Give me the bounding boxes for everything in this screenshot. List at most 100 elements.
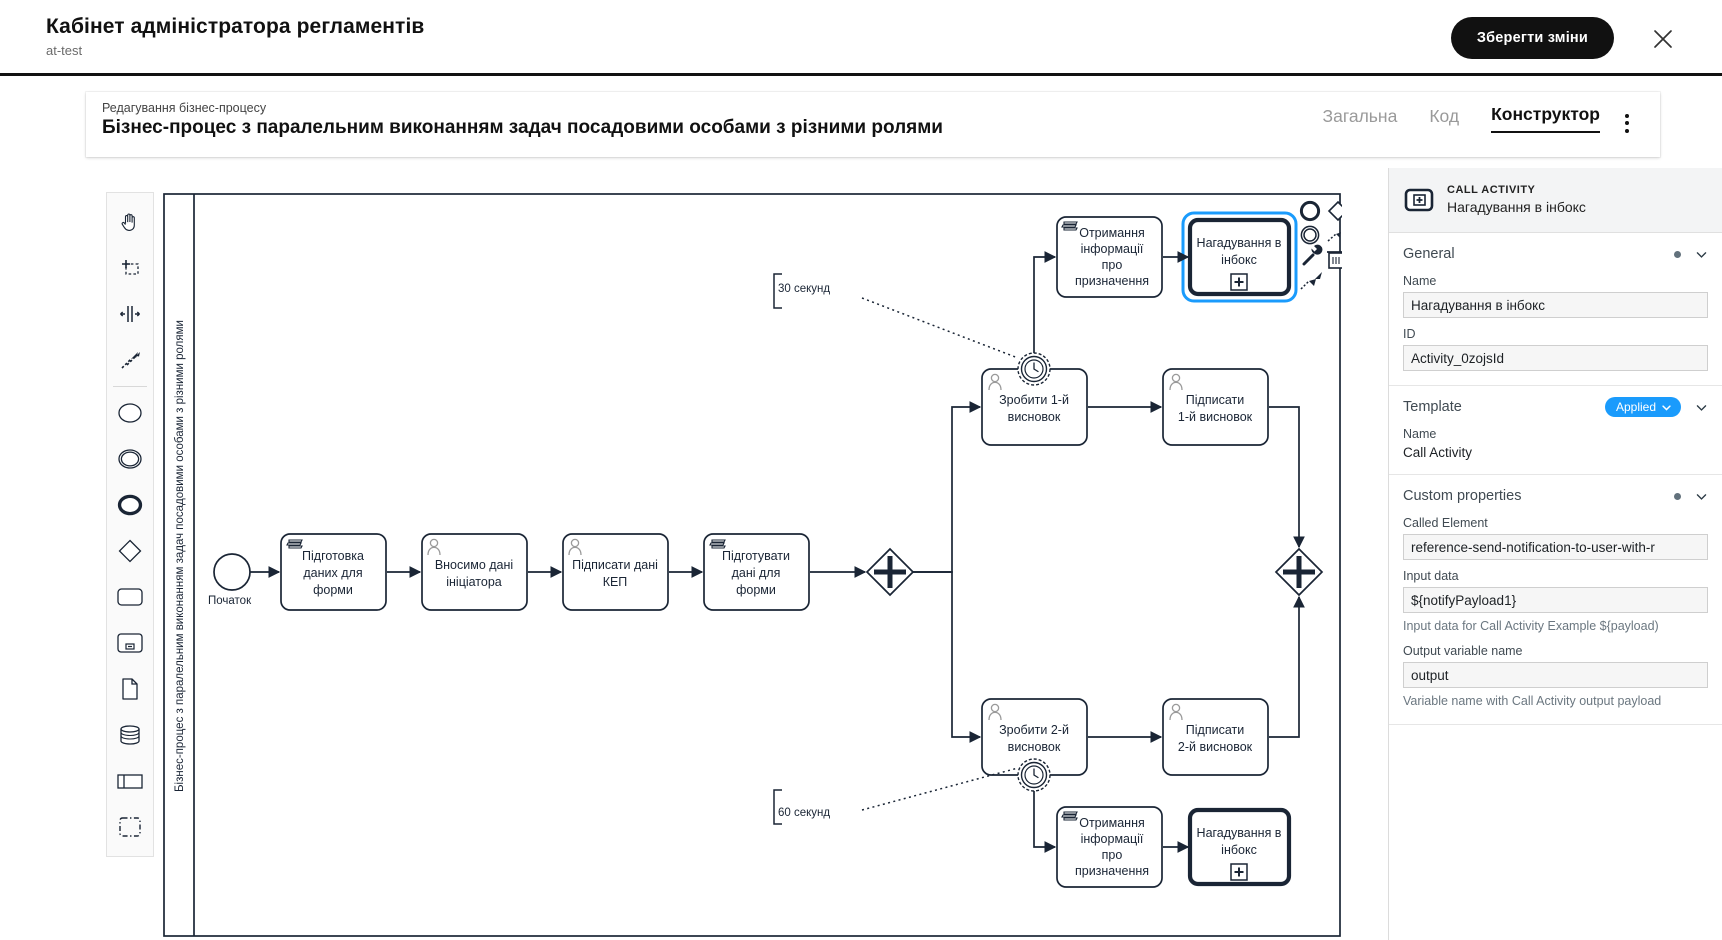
svg-text:висновок: висновок <box>1008 740 1061 754</box>
delete-icon <box>1327 251 1342 269</box>
group-general-header[interactable]: General <box>1403 243 1708 265</box>
task-t12: Нагадування в інбокс <box>1187 807 1292 887</box>
svg-text:інформації: інформації <box>1081 242 1144 256</box>
app-subtitle: at-test <box>46 43 83 58</box>
group-custom-properties: Custom properties Called Element referen… <box>1389 475 1722 726</box>
participant-icon[interactable] <box>108 758 152 804</box>
input-data-input[interactable]: ${notifyPayload1} <box>1403 587 1708 613</box>
output-variable-input[interactable]: output <box>1403 662 1708 689</box>
svg-text:Нагадування в: Нагадування в <box>1197 826 1282 840</box>
svg-text:інбокс: інбокс <box>1221 843 1257 857</box>
svg-text:Підписати: Підписати <box>1186 393 1244 407</box>
task-t3: Підписати дані КЕП <box>562 533 669 611</box>
space-tool-icon[interactable] <box>108 291 152 337</box>
tab-general[interactable]: Загальна <box>1323 106 1398 133</box>
boundary-timer-event-2 <box>1017 758 1051 792</box>
hand-tool-icon[interactable] <box>108 199 152 245</box>
called-element-input[interactable]: reference-send-notification-to-user-with… <box>1403 534 1708 560</box>
start-event-label: Початок <box>208 595 252 607</box>
task-t6: Підписати 1-й висновок <box>1162 368 1269 446</box>
page-title: Кабінет адміністратора регламентів <box>46 15 425 38</box>
task-t11: Отримання інформації про призначення <box>1056 806 1163 888</box>
svg-text:про: про <box>1102 848 1123 862</box>
name-field-label: Name <box>1403 274 1437 288</box>
chevron-down-icon[interactable] <box>1695 490 1708 503</box>
pool-label: Бізнес-процес з паралельним виконанням з… <box>174 320 186 792</box>
app-header: Кабінет адміністратора регламентів at-te… <box>0 0 1722 76</box>
input-data-label: Input data <box>1403 569 1459 583</box>
svg-text:КЕП: КЕП <box>603 575 628 589</box>
properties-header: CALL ACTIVITY Нагадування в інбокс <box>1389 168 1722 233</box>
append-intermediate-event-icon <box>1300 225 1320 245</box>
data-object-icon[interactable] <box>108 666 152 712</box>
bpmn-diagram[interactable]: .tsk { fill:#fff; stroke:#1a2535; stroke… <box>162 192 1342 940</box>
svg-text:призначення: призначення <box>1075 864 1149 878</box>
svg-text:форми: форми <box>736 583 776 597</box>
editor-tabs: Загальна Код Конструктор <box>1323 104 1600 133</box>
task-icon[interactable] <box>108 574 152 620</box>
svg-text:призначення: призначення <box>1075 274 1149 288</box>
properties-panel[interactable]: CALL ACTIVITY Нагадування в інбокс Gener… <box>1388 168 1722 940</box>
element-type-label: CALL ACTIVITY <box>1447 183 1536 196</box>
global-connect-icon[interactable] <box>108 337 152 383</box>
group-template-title: Template <box>1403 399 1462 415</box>
template-name-label: Name <box>1403 427 1437 441</box>
gateway-icon[interactable] <box>108 528 152 574</box>
called-element-label: Called Element <box>1403 516 1488 530</box>
svg-text:Підготовка: Підготовка <box>302 549 364 563</box>
group-template-header[interactable]: Template Applied <box>1403 396 1708 418</box>
group-icon[interactable] <box>108 804 152 850</box>
name-input[interactable]: Нагадування в інбокс <box>1403 292 1708 318</box>
template-applied-badge[interactable]: Applied <box>1604 397 1681 417</box>
id-input[interactable]: Activity_0zojsId <box>1403 345 1708 371</box>
group-general: General Name Нагадування в інбокс ID Act… <box>1389 233 1722 386</box>
tab-constructor[interactable]: Конструктор <box>1491 104 1600 133</box>
append-end-event-icon <box>1299 200 1321 222</box>
task-t9: Отримання інформації про призначення <box>1056 216 1163 298</box>
group-general-status-dot <box>1674 250 1681 258</box>
task-t4: Підготувати дані для форми <box>703 533 810 611</box>
id-field-label: ID <box>1403 327 1416 341</box>
breadcrumb: Редагування бізнес-процесу <box>102 101 267 115</box>
svg-text:Підготувати: Підготувати <box>722 549 790 563</box>
save-button[interactable]: Зберегти зміни <box>1450 17 1614 59</box>
group-custom-title: Custom properties <box>1403 488 1522 504</box>
chevron-down-icon <box>1662 404 1671 411</box>
template-name-value: Call Activity <box>1403 445 1473 460</box>
end-event-icon[interactable] <box>108 482 152 528</box>
start-event-icon[interactable] <box>108 390 152 436</box>
app-title-block: Кабінет адміністратора регламентів at-te… <box>46 15 424 58</box>
task-t2: Вносимо дані ініціатора <box>421 533 528 611</box>
svg-text:30 секунд: 30 секунд <box>778 283 830 295</box>
svg-text:форми: форми <box>313 583 353 597</box>
group-general-title: General <box>1403 246 1455 262</box>
svg-text:висновок: висновок <box>1008 410 1061 424</box>
svg-text:інформації: інформації <box>1081 832 1144 846</box>
svg-text:Вносимо дані: Вносимо дані <box>435 558 513 572</box>
task-t10-selected: Нагадування в інбокс <box>1181 211 1298 303</box>
template-applied-label: Applied <box>1615 400 1656 414</box>
svg-text:Отримання: Отримання <box>1079 226 1145 240</box>
chevron-down-icon[interactable] <box>1695 248 1708 261</box>
svg-text:Підписати дані: Підписати дані <box>572 558 658 572</box>
data-store-icon[interactable] <box>108 712 152 758</box>
output-variable-hint: Variable name with Call Activity output … <box>1403 694 1662 709</box>
intermediate-event-icon[interactable] <box>108 436 152 482</box>
subprocess-icon[interactable] <box>108 620 152 666</box>
svg-text:2-й висновок: 2-й висновок <box>1178 740 1253 754</box>
task-t1: Підготовка даних для форми <box>280 533 387 611</box>
svg-text:Отримання: Отримання <box>1079 816 1145 830</box>
chevron-down-icon[interactable] <box>1695 401 1708 414</box>
element-name-label: Нагадування в інбокс <box>1447 199 1586 216</box>
group-custom-status-dot <box>1674 492 1681 500</box>
group-custom-header[interactable]: Custom properties <box>1403 485 1708 507</box>
boundary-timer-event-1 <box>1017 352 1051 386</box>
svg-text:дані для: дані для <box>732 566 781 580</box>
lasso-tool-icon[interactable] <box>108 245 152 291</box>
process-title: Бізнес-процес з паралельним виконанням з… <box>102 117 943 138</box>
bpmn-palette[interactable] <box>106 192 154 857</box>
output-variable-label: Output variable name <box>1403 644 1523 659</box>
tab-code[interactable]: Код <box>1429 106 1459 133</box>
close-icon[interactable] <box>1648 24 1678 54</box>
more-vertical-icon[interactable] <box>1616 110 1638 136</box>
